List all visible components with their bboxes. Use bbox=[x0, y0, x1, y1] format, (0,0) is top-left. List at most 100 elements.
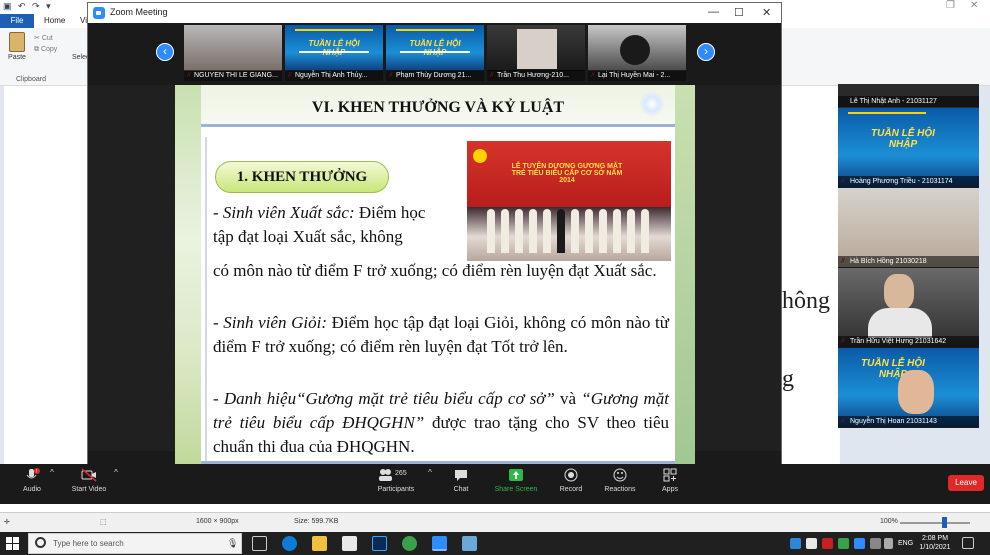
label-excellent: Sinh viên Xuất sắc: bbox=[222, 203, 355, 222]
record-label: Record bbox=[559, 486, 583, 493]
video-off-icon bbox=[81, 468, 97, 482]
paragraph-good: - Sinh viên Giỏi: Điểm học tập đạt loại … bbox=[213, 313, 669, 356]
participant-video bbox=[588, 25, 686, 71]
participants-label: Participants bbox=[377, 486, 415, 493]
emblem-icon bbox=[473, 149, 487, 163]
zoom-slider[interactable] bbox=[900, 522, 970, 524]
zoom-window: Zoom Meeting — ☐ ✕ ‹ ✗ NGUYEN THI LE GIA… bbox=[87, 2, 782, 471]
language-indicator[interactable]: ENG bbox=[898, 540, 913, 547]
paint-app-icon[interactable] bbox=[462, 536, 477, 551]
reactions-button[interactable]: Reactions bbox=[602, 468, 638, 493]
shared-screen: VI. KHEN THƯỞNG VÀ KỶ LUẬT 1. KHEN THƯỞN… bbox=[88, 85, 781, 467]
taskbar-search[interactable]: Type here to search 🎙 bbox=[28, 533, 242, 554]
tab-home[interactable]: Home bbox=[44, 14, 65, 28]
participants-button[interactable]: 265 Participants bbox=[374, 468, 418, 493]
participant-video: TUẦN LỄ HỘI NHẬP bbox=[386, 25, 484, 71]
video-tile[interactable]: TUẦN LỄ HỘI NHẬP ✗ Hoàng Phương Triều - … bbox=[838, 108, 979, 187]
edge-browser-icon[interactable] bbox=[282, 536, 297, 551]
participant-name: Nguyễn Thị Anh Thủy... bbox=[285, 70, 383, 81]
copy-label: Copy bbox=[40, 46, 58, 53]
participant-video bbox=[184, 25, 282, 71]
share-screen-button[interactable]: Share Screen bbox=[492, 468, 540, 493]
banner-text: TUẦN LỄ HỘI NHẬP bbox=[308, 39, 360, 57]
chrome-icon[interactable] bbox=[402, 536, 417, 551]
video-tile[interactable]: TUẦN LỄ HỘI NHẬP ✗ Nguyễn Thị Hoan 21031… bbox=[838, 348, 979, 427]
paste-button[interactable]: Paste bbox=[6, 32, 28, 61]
audio-button[interactable]: ! Audio bbox=[18, 468, 46, 493]
video-tile[interactable]: ✗ NGUYEN THI LE GIANG... bbox=[184, 25, 282, 81]
copy-button[interactable]: ⧉ Copy bbox=[34, 46, 57, 54]
record-icon bbox=[563, 468, 579, 482]
system-clock[interactable]: 2:08 PM 1/10/2021 bbox=[915, 534, 955, 552]
close-icon[interactable]: ✕ bbox=[762, 6, 771, 19]
minimize-icon[interactable]: — bbox=[708, 6, 719, 18]
smiley-icon bbox=[612, 468, 628, 482]
video-tile[interactable]: ✗ Trần Thu Hương-210... bbox=[487, 25, 585, 81]
close-icon[interactable]: ✕ bbox=[970, 0, 978, 11]
canvas-text-1: hông bbox=[782, 288, 830, 314]
photo-banner-text: LỄ TUYÊN DƯƠNG GƯƠNG MẶT TRẺ TIÊU BIỂU C… bbox=[511, 163, 623, 184]
tray-app-icon[interactable] bbox=[854, 538, 865, 549]
quick-access-icons[interactable]: ▣ ↶ ↷ ▾ bbox=[3, 1, 53, 12]
participant-name: Trần Hữu Việt Hưng 21031642 bbox=[838, 336, 979, 347]
windows-start-icon[interactable] bbox=[6, 537, 19, 550]
tray-app-icon[interactable] bbox=[806, 538, 817, 549]
participants-video-panel: ✗ Lê Thị Nhật Anh - 21031127 TUẦN LỄ HỘI… bbox=[838, 84, 979, 428]
paste-label: Paste bbox=[8, 54, 26, 61]
tray-app-icon[interactable] bbox=[790, 538, 801, 549]
audio-badge: ! bbox=[36, 469, 37, 475]
zoom-slider-thumb[interactable] bbox=[942, 517, 947, 528]
notifications-icon[interactable] bbox=[962, 537, 974, 549]
participant-name: Phạm Thùy Dương 21... bbox=[386, 70, 484, 81]
audio-options-caret[interactable]: ^ bbox=[48, 468, 56, 477]
cut-label: Cut bbox=[41, 35, 53, 42]
chat-button[interactable]: Chat bbox=[448, 468, 474, 493]
search-placeholder: Type here to search bbox=[53, 539, 124, 548]
tray-app-icon[interactable] bbox=[838, 538, 849, 549]
apps-button[interactable]: Apps bbox=[658, 468, 682, 493]
store-icon[interactable] bbox=[342, 536, 357, 551]
tray-app-icon[interactable] bbox=[822, 538, 833, 549]
leave-button[interactable]: Leave bbox=[948, 475, 984, 491]
tab-view[interactable]: Vi bbox=[80, 14, 87, 28]
start-video-button[interactable]: Start Video bbox=[66, 468, 112, 493]
photoshop-icon[interactable] bbox=[372, 536, 387, 551]
participant-body bbox=[868, 308, 932, 338]
network-icon[interactable] bbox=[870, 538, 881, 549]
gallery-prev-button[interactable]: ‹ bbox=[156, 43, 174, 61]
file-explorer-icon[interactable] bbox=[312, 536, 327, 551]
participants-options-caret[interactable]: ^ bbox=[426, 468, 434, 477]
gallery-next-button[interactable]: › bbox=[697, 43, 715, 61]
video-tile[interactable]: TUẦN LỄ HỘI NHẬP ✗ Nguyễn Thị Anh Thủy..… bbox=[285, 25, 383, 81]
tab-file[interactable]: File bbox=[0, 14, 34, 28]
maximize-icon[interactable]: ☐ bbox=[734, 6, 744, 19]
add-icon: ✛ bbox=[4, 519, 10, 526]
paragraph-title-award: - Danh hiệu“Gương mặt trẻ tiêu biểu cấp … bbox=[213, 389, 670, 456]
task-view-icon[interactable] bbox=[252, 536, 267, 551]
zoom-app-icon[interactable] bbox=[432, 536, 447, 551]
slide-title: VI. KHEN THƯỞNG VÀ KỶ LUẬT bbox=[311, 99, 565, 116]
video-tile[interactable]: ✗ Lại Thị Huyền Mai - 2... bbox=[588, 25, 686, 81]
file-size: Size: 599.7KB bbox=[294, 518, 339, 525]
restore-icon[interactable]: ❐ bbox=[946, 0, 955, 11]
label-good: Sinh viên Giỏi: bbox=[223, 313, 327, 332]
video-tile[interactable]: TUẦN LỄ HỘI NHẬP ✗ Phạm Thùy Dương 21... bbox=[386, 25, 484, 81]
microphone-icon[interactable]: 🎙 bbox=[227, 538, 238, 549]
video-options-caret[interactable]: ^ bbox=[112, 468, 120, 477]
participant-name: Lại Thị Huyền Mai - 2... bbox=[588, 70, 686, 81]
zoom-titlebar: Zoom Meeting — ☐ ✕ bbox=[88, 3, 781, 23]
apps-icon bbox=[662, 468, 678, 482]
slide-decor-right bbox=[675, 85, 695, 467]
participants-icon: 265 bbox=[378, 468, 414, 482]
record-button[interactable]: Record bbox=[556, 468, 586, 493]
video-tile[interactable]: ✗ Trần Hữu Việt Hưng 21031642 bbox=[838, 268, 979, 347]
cut-button[interactable]: ✂ Cut bbox=[34, 34, 53, 42]
participants-count: 265 bbox=[395, 470, 407, 477]
video-gallery-strip: ‹ ✗ NGUYEN THI LE GIANG... TUẦN LỄ HỘI N… bbox=[88, 23, 781, 85]
microphone-icon: ! bbox=[24, 468, 40, 482]
video-tile[interactable]: ✗ Hà Bích Hồng 21030218 bbox=[838, 188, 979, 267]
selection-icon: ⬚ bbox=[100, 519, 107, 526]
banner-text: TUẦN LỄ HỘI NHẬP bbox=[871, 128, 935, 150]
volume-icon[interactable] bbox=[884, 538, 893, 549]
banner-text: TUẦN LỄ HỘI NHẬP bbox=[409, 39, 461, 57]
